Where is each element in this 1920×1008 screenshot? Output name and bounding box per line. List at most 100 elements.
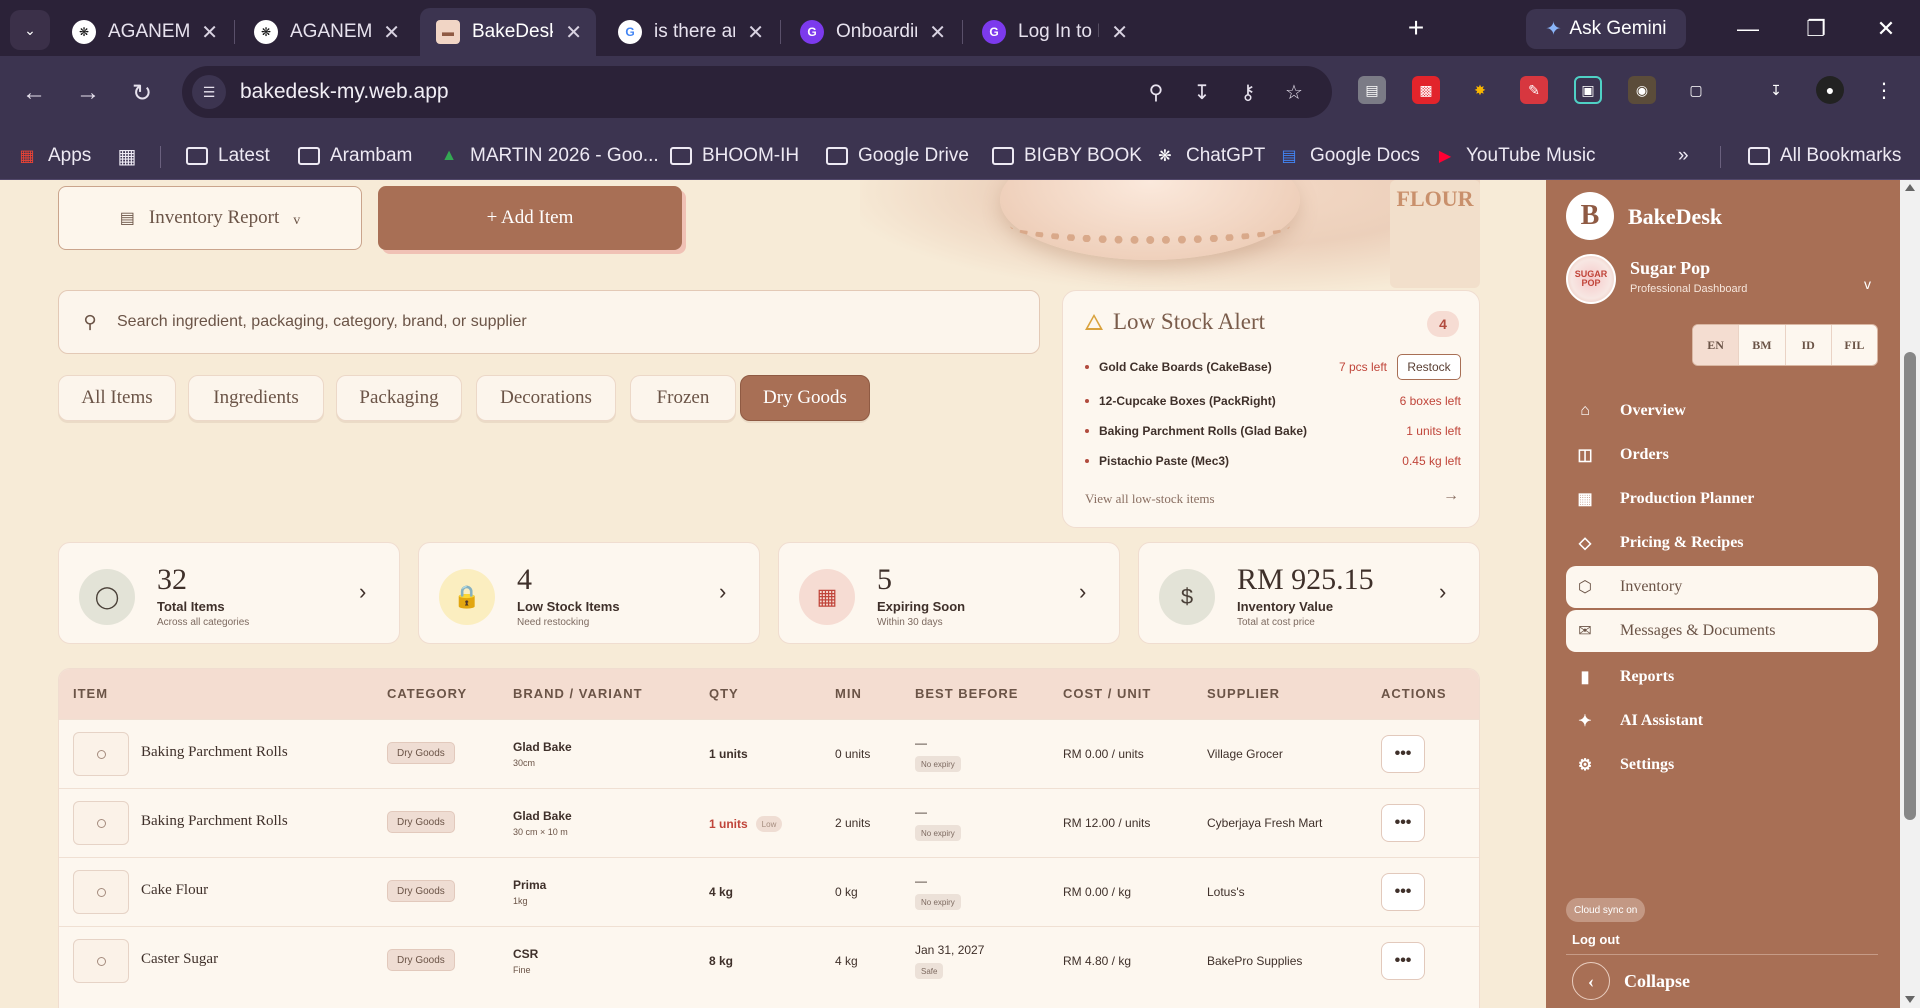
browser-tab[interactable]: ❋ AGANEM - TH ✕	[238, 8, 414, 56]
account-switch-caret[interactable]: v	[1864, 276, 1871, 292]
tab-label: is there any ai	[654, 21, 735, 42]
scrollbar-thumb[interactable]	[1904, 352, 1916, 820]
browser-tab[interactable]: G Log In to Bake ✕	[966, 8, 1142, 56]
language-fil[interactable]: FIL	[1832, 325, 1877, 365]
extension-red-icon[interactable]: ▩	[1412, 76, 1440, 104]
zoom-icon[interactable]: ⚲	[1142, 78, 1170, 106]
close-tab-icon[interactable]: ✕	[747, 20, 764, 45]
table-row[interactable]: Caster Sugar Dry Goods CSR Fine 8 kg 4 kg Jan …	[59, 926, 1479, 995]
tab-groups-grid-icon[interactable]: ▦	[116, 141, 138, 171]
bookmark-item[interactable]: ❋ ChatGPT	[1154, 141, 1265, 171]
row-actions-button[interactable]: •••	[1381, 873, 1425, 911]
bookmark-item[interactable]: All Bookmarks	[1748, 141, 1901, 171]
mail-icon: ✉	[1578, 623, 1592, 640]
bookmark-item[interactable]: Google Drive	[826, 141, 969, 171]
sidebar-item-pricing-recipes[interactable]: ◇ Pricing & Recipes	[1566, 522, 1878, 564]
table-row[interactable]: Baking Parchment Rolls Dry Goods Glad Bake…	[59, 788, 1479, 857]
close-tab-icon[interactable]: ✕	[929, 20, 946, 45]
address-bar[interactable]: ☰ bakedesk-my.web.app ⚲ ↧ ⚷ ☆	[182, 66, 1332, 118]
minimize-button[interactable]: —	[1728, 12, 1768, 46]
sidebar-item-orders[interactable]: ◫ Orders	[1566, 434, 1878, 476]
add-item-button[interactable]: + Add Item	[378, 186, 682, 250]
arrow-right-icon[interactable]: →	[1443, 487, 1459, 505]
downloads-icon[interactable]: ↧	[1762, 76, 1790, 104]
forward-button[interactable]: →	[70, 75, 106, 111]
stat-card-total-items[interactable]: ◯ 32 Total Items Across all categories ›	[58, 542, 400, 644]
language-en[interactable]: EN	[1693, 325, 1740, 365]
more-bookmarks-icon[interactable]: »	[1678, 141, 1689, 171]
back-button[interactable]: ←	[16, 75, 52, 111]
stat-card-inventory-value[interactable]: $ RM 925.15 Inventory Value Total at cost p…	[1138, 542, 1480, 644]
bookmark-item[interactable]: ▶ YouTube Music	[1434, 141, 1596, 171]
site-settings-icon[interactable]: ☰	[192, 75, 226, 109]
bookmark-item[interactable]: ▲ MARTIN 2026 - Goo...	[438, 141, 659, 171]
row-actions-button[interactable]: •••	[1381, 735, 1425, 773]
browser-tab[interactable]: ❋ AGANEM - LAT ✕	[56, 8, 232, 56]
sidebar-item-settings[interactable]: ⚙ Settings	[1566, 744, 1878, 786]
filter-chip-dry-goods[interactable]: Dry Goods	[740, 375, 870, 421]
filter-chip-decorations[interactable]: Decorations	[476, 375, 616, 421]
extension-glasses-icon[interactable]: ◉	[1628, 76, 1656, 104]
profile-avatar[interactable]: ●	[1816, 76, 1844, 104]
bookmark-item[interactable]: Arambam	[298, 141, 412, 171]
browser-tab[interactable]: ▬ BakeDesk: Bak ✕	[420, 8, 596, 56]
table-row[interactable]: Baking Parchment Rolls Dry Goods Glad Bake…	[59, 719, 1479, 788]
table-row[interactable]: Cake Flour Dry Goods Prima 1kg 4 kg 0 kg — No e…	[59, 857, 1479, 926]
collapse-sidebar-button[interactable]: ‹ Collapse	[1572, 962, 1690, 1000]
tab-search-button[interactable]: ⌄	[10, 10, 50, 50]
sidebar-item-messages-documents[interactable]: ✉ Messages & Documents	[1566, 610, 1878, 652]
language-id[interactable]: ID	[1786, 325, 1832, 365]
reload-button[interactable]: ↻	[124, 75, 160, 111]
sidebar: B BakeDesk SUGAR POP Sugar Pop Professio…	[1546, 180, 1900, 1008]
bookmark-item[interactable]: BIGBY BOOK	[992, 141, 1142, 171]
extensions-puzzle-icon[interactable]: ▢	[1682, 76, 1710, 104]
extension-clipboard-icon[interactable]: ▤	[1358, 76, 1386, 104]
main-content: FLOUR ▤ Inventory Report v + Add Item ⚲ …	[0, 180, 1546, 1008]
bookmark-item[interactable]: Latest	[186, 141, 270, 171]
extension-sparkle-icon[interactable]: ✸	[1466, 76, 1494, 104]
close-window-button[interactable]: ✕	[1866, 12, 1906, 46]
extension-screen-icon[interactable]: ▣	[1574, 76, 1602, 104]
logout-link[interactable]: Log out	[1572, 932, 1620, 947]
browser-tab[interactable]: G Onboarding | C ✕	[784, 8, 960, 56]
restock-button[interactable]: Restock	[1397, 354, 1461, 380]
new-tab-button[interactable]: +	[1400, 12, 1432, 44]
filter-chip-ingredients[interactable]: Ingredients	[188, 375, 324, 421]
sidebar-item-ai-assistant[interactable]: ✦ AI Assistant	[1566, 700, 1878, 742]
qty-value: 4 kg	[709, 885, 734, 899]
filter-chip-packaging[interactable]: Packaging	[336, 375, 462, 421]
browser-tab[interactable]: Gis there any ai ✕	[602, 8, 778, 56]
close-tab-icon[interactable]: ✕	[1111, 20, 1128, 45]
extension-pin-icon[interactable]: ✎	[1520, 76, 1548, 104]
sidebar-item-inventory[interactable]: ⬡ Inventory	[1566, 566, 1878, 608]
ask-gemini-button[interactable]: ✦ Ask Gemini	[1526, 9, 1686, 49]
scroll-up-arrow[interactable]	[1905, 184, 1915, 191]
stat-card-expiring-soon[interactable]: ▦ 5 Expiring Soon Within 30 days ›	[778, 542, 1120, 644]
close-tab-icon[interactable]: ✕	[383, 20, 400, 45]
sidebar-item-reports[interactable]: ▮ Reports	[1566, 656, 1878, 698]
install-app-icon[interactable]: ↧	[1188, 78, 1216, 106]
stat-card-low-stock-items[interactable]: 🔒 4 Low Stock Items Need restocking ›	[418, 542, 760, 644]
filter-chip-all-items[interactable]: All Items	[58, 375, 176, 421]
bookmark-item[interactable]: ▦ Apps	[16, 141, 91, 171]
bookmark-item[interactable]: BHOOM-IH	[670, 141, 799, 171]
row-actions-button[interactable]: •••	[1381, 804, 1425, 842]
bookmark-star-icon[interactable]: ☆	[1280, 78, 1308, 106]
filter-chip-frozen[interactable]: Frozen	[630, 375, 736, 421]
page-scrollbar[interactable]	[1900, 180, 1920, 1008]
restore-button[interactable]: ❐	[1796, 12, 1836, 46]
sidebar-item-overview[interactable]: ⌂ Overview	[1566, 390, 1878, 432]
bookmark-item[interactable]: ▤ Google Docs	[1278, 141, 1419, 171]
scroll-down-arrow[interactable]	[1905, 996, 1915, 1003]
low-stock-item-name: Baking Parchment Rolls (Glad Bake)	[1099, 424, 1308, 438]
search-input[interactable]	[117, 313, 997, 331]
sidebar-item-production-planner[interactable]: ▦ Production Planner	[1566, 478, 1878, 520]
row-actions-button[interactable]: •••	[1381, 942, 1425, 980]
close-tab-icon[interactable]: ✕	[201, 20, 218, 45]
view-all-low-stock-link[interactable]: View all low-stock items	[1085, 491, 1215, 507]
password-key-icon[interactable]: ⚷	[1234, 78, 1262, 106]
inventory-report-button[interactable]: ▤ Inventory Report v	[58, 186, 362, 250]
language-bm[interactable]: BM	[1739, 325, 1786, 365]
kebab-menu-icon[interactable]: ⋮	[1870, 76, 1898, 104]
close-tab-icon[interactable]: ✕	[565, 20, 582, 45]
